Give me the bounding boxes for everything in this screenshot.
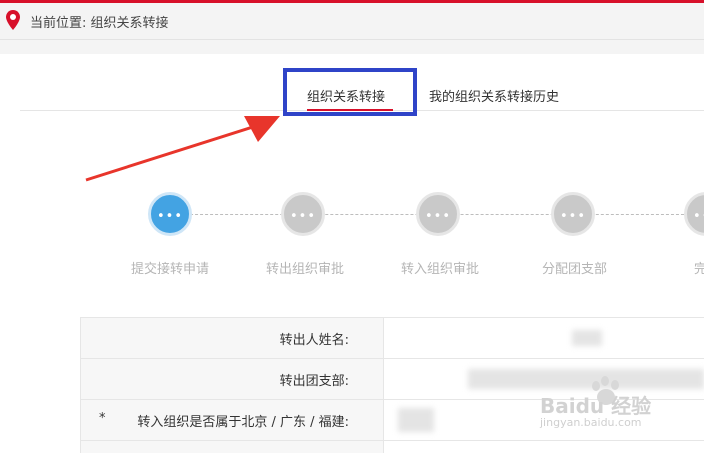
step-label-assign-branch: 分配团支部 [542, 262, 608, 277]
annotation-highlight-box [283, 68, 417, 116]
step-label-in-approve: 转入组织审批 [401, 262, 480, 277]
breadcrumb: 当前位置: 组织关系转接 [30, 16, 169, 31]
spacer [0, 40, 704, 54]
field-label-region: 转入组织是否属于北京 / 广东 / 福建: [137, 415, 349, 430]
step-circle-assign-branch: ••• [551, 192, 595, 236]
watermark-url: jingyan.baidu.com [540, 416, 642, 429]
step-circle-complete: ••• [684, 192, 704, 236]
annotation-arrow-icon [85, 116, 280, 182]
redacted-name-value [572, 330, 602, 346]
tab-transfer-history[interactable]: 我的组织关系转接历史 [429, 86, 559, 105]
region-toggle[interactable] [398, 408, 434, 432]
step-label-out-approve: 转出组织审批 [266, 262, 345, 277]
breadcrumb-bar: 当前位置: 组织关系转接 [0, 3, 704, 40]
form-label-cell [80, 441, 384, 453]
form-label-cell: 转出团支部: [80, 359, 384, 399]
step-circle-out-approve: ••• [281, 192, 325, 236]
form-row-next [80, 441, 704, 453]
watermark-brand: Baidu 经验 [540, 394, 652, 418]
step-label-complete: 完 [694, 262, 704, 277]
location-pin-icon [6, 10, 20, 30]
step-label-submit: 提交接转申请 [131, 262, 210, 277]
step-circle-submit: ••• [148, 192, 192, 236]
field-label-branch: 转出团支部: [279, 374, 349, 389]
form-label-cell: 转出人姓名: [80, 318, 384, 358]
step-circle-in-approve: ••• [416, 192, 460, 236]
baidu-watermark: Baidu 经验 jingyan.baidu.com [540, 376, 704, 436]
field-label-name: 转出人姓名: [279, 333, 349, 348]
form-row-name: 转出人姓名: [80, 318, 704, 359]
form-label-cell: * 转入组织是否属于北京 / 广东 / 福建: [80, 400, 384, 440]
